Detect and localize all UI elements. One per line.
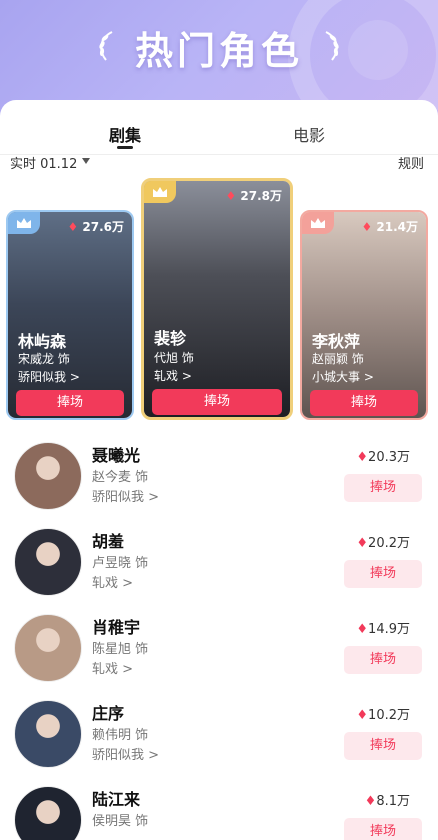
show-link[interactable]: 轧戏 >	[92, 658, 133, 677]
show-link[interactable]: 轧戏 >	[92, 572, 133, 591]
cheer-button[interactable]: 捧场	[16, 390, 124, 416]
date-selector[interactable]: 实时 01.12	[10, 153, 77, 172]
show-link[interactable]: 骄阳似我 >	[92, 486, 159, 505]
cheer-button[interactable]: 捧场	[310, 390, 418, 416]
tab-series[interactable]: 剧集	[109, 122, 141, 146]
rank-badge	[302, 212, 334, 234]
crown-icon	[17, 218, 31, 228]
character-name: 聂曦光	[92, 446, 141, 465]
tab-active-indicator	[117, 146, 133, 149]
character-photo	[8, 212, 132, 418]
flame-icon: ♦	[364, 794, 377, 809]
show-link[interactable]: 轧戏 >	[154, 367, 192, 384]
avatar[interactable]	[14, 614, 82, 682]
character-name: 裴轸	[154, 329, 187, 348]
heat-value: ♦20.2万	[356, 536, 410, 551]
featured-card-top[interactable]: ♦ 27.8万 裴轸 代旭 饰 轧戏 > 捧场	[141, 178, 293, 420]
character-name: 陆江来	[92, 790, 141, 809]
cheer-button[interactable]: 捧场	[344, 646, 422, 674]
crown-icon	[311, 218, 325, 228]
list-item[interactable]: 陆江来 侯明昊 饰 ♦8.1万 捧场	[0, 782, 438, 840]
list-item[interactable]: 庄序 赖伟明 饰 骄阳似我 > ♦10.2万 捧场	[0, 696, 438, 782]
actor-name: 赵丽颖 饰	[312, 352, 364, 366]
flame-icon: ♦	[356, 622, 369, 637]
flame-icon: ♦	[356, 536, 369, 551]
list-item[interactable]: 胡羞 卢昱晓 饰 轧戏 > ♦20.2万 捧场	[0, 524, 438, 610]
list-item[interactable]: 肖稚宇 陈星旭 饰 轧戏 > ♦14.9万 捧场	[0, 610, 438, 696]
character-name: 胡羞	[92, 532, 125, 551]
tab-movies[interactable]: 电影	[293, 122, 325, 146]
heat-value: ♦10.2万	[356, 708, 410, 723]
actor-name: 宋威龙 饰	[18, 352, 70, 366]
cheer-button[interactable]: 捧场	[344, 474, 422, 502]
rules-link[interactable]: 规则	[398, 153, 424, 172]
heat-value: ♦14.9万	[356, 622, 410, 637]
character-name: 肖稚宇	[92, 618, 141, 637]
show-link[interactable]: 骄阳似我 >	[18, 368, 80, 385]
tab-bar: 剧集 电影	[0, 110, 438, 148]
flame-icon: ♦	[356, 708, 369, 723]
flame-icon: ♦	[361, 220, 373, 234]
flame-icon: ♦	[67, 220, 79, 234]
actor-name: 赖伟明 饰	[92, 728, 149, 743]
heat-value: ♦ 27.8万	[225, 189, 282, 203]
page-title: 热门角色	[134, 29, 303, 73]
featured-card-left[interactable]: ♦ 27.6万 林屿森 宋威龙 饰 骄阳似我 > 捧场	[6, 210, 134, 420]
character-name: 李秋萍	[312, 332, 361, 351]
actor-name: 赵今麦 饰	[92, 470, 149, 485]
cheer-button[interactable]: 捧场	[152, 389, 282, 415]
flame-icon: ♦	[225, 189, 237, 203]
cheer-button[interactable]: 捧场	[344, 818, 422, 840]
avatar[interactable]	[14, 442, 82, 510]
caret-down-icon[interactable]	[82, 158, 90, 164]
flame-icon: ♦	[356, 450, 369, 465]
rank-badge	[8, 212, 40, 234]
actor-name: 侯明昊 饰	[92, 814, 149, 829]
heat-value: ♦8.1万	[364, 794, 410, 809]
rank-badge	[144, 181, 176, 203]
filter-bar: 实时 01.12 规则	[0, 153, 438, 173]
heat-value: ♦ 21.4万	[361, 220, 418, 234]
laurel-right-icon	[325, 31, 339, 61]
actor-name: 代旭 饰	[154, 351, 194, 365]
cheer-button[interactable]: 捧场	[344, 560, 422, 588]
heat-value: ♦20.3万	[356, 450, 410, 465]
character-photo	[302, 212, 426, 418]
show-link[interactable]: 小城大事 >	[312, 368, 374, 385]
avatar[interactable]	[14, 700, 82, 768]
avatar[interactable]	[14, 528, 82, 596]
avatar[interactable]	[14, 786, 82, 840]
show-link[interactable]: 骄阳似我 >	[92, 744, 159, 763]
featured-card-right[interactable]: ♦ 21.4万 李秋萍 赵丽颖 饰 小城大事 > 捧场	[300, 210, 428, 420]
actor-name: 陈星旭 饰	[92, 642, 149, 657]
crown-icon	[153, 187, 167, 197]
cheer-button[interactable]: 捧场	[344, 732, 422, 760]
character-name: 庄序	[92, 704, 125, 723]
actor-name: 卢昱晓 饰	[92, 556, 149, 571]
list-item[interactable]: 聂曦光 赵今麦 饰 骄阳似我 > ♦20.3万 捧场	[0, 438, 438, 524]
character-name: 林屿森	[18, 332, 67, 351]
heat-value: ♦ 27.6万	[67, 220, 124, 234]
